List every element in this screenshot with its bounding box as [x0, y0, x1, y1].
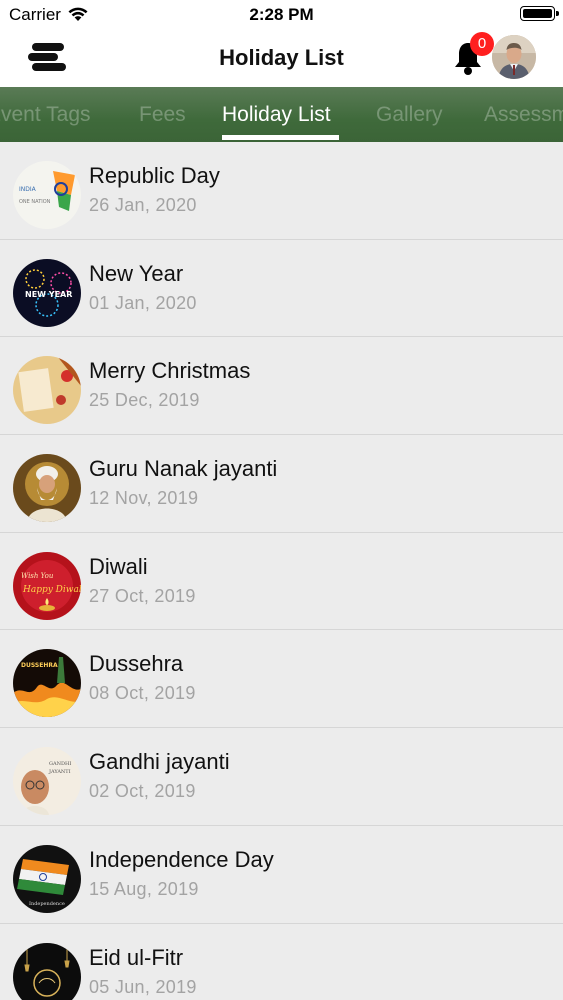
holiday-name: Diwali — [89, 553, 148, 579]
holiday-name: Eid ul-Fitr — [89, 944, 184, 970]
tab-fees[interactable]: Fees — [139, 103, 186, 127]
holiday-list: INDIA ONE NATION Republic Day 26 Jan, 20… — [0, 142, 563, 1000]
holiday-date: 08 Oct, 2019 — [89, 683, 196, 704]
status-bar: Carrier 2:28 PM — [0, 0, 563, 30]
holiday-name: Guru Nanak jayanti — [89, 456, 278, 482]
holiday-row-republic-day[interactable]: INDIA ONE NATION Republic Day 26 Jan, 20… — [0, 142, 563, 240]
republic-day-image: INDIA ONE NATION — [13, 161, 81, 229]
holiday-row-diwali[interactable]: Wish You Happy Diwali Diwali 27 Oct, 201… — [0, 532, 563, 631]
notification-badge: 0 — [470, 32, 494, 56]
svg-text:JAYANTI: JAYANTI — [48, 769, 71, 775]
tab-holiday-list[interactable]: Holiday List — [222, 103, 331, 127]
active-tab-indicator — [222, 135, 339, 140]
holiday-date: 05 Jun, 2019 — [89, 976, 197, 997]
holiday-date: 01 Jan, 2020 — [89, 292, 197, 313]
svg-text:INDIA: INDIA — [19, 186, 37, 193]
christmas-image — [13, 356, 81, 425]
navigation-bar: Holiday List 0 — [0, 30, 563, 87]
avatar[interactable] — [492, 35, 536, 79]
svg-text:Independence: Independence — [29, 901, 65, 907]
holiday-row-gandhi[interactable]: GANDHI JAYANTI Gandhi jayanti 02 Oct, 20… — [0, 728, 563, 826]
holiday-row-eid[interactable]: Eid ul-Fitr 05 Jun, 2019 — [0, 923, 563, 1000]
holiday-date: 26 Jan, 2020 — [89, 195, 197, 215]
svg-text:NEW YEAR: NEW YEAR — [25, 290, 72, 299]
holiday-date: 12 Nov, 2019 — [89, 488, 199, 509]
eid-image — [13, 942, 81, 1000]
holiday-name: Gandhi jayanti — [89, 749, 230, 775]
svg-text:ONE NATION: ONE NATION — [19, 199, 51, 205]
tab-event-tags[interactable]: Event Tags — [0, 103, 91, 127]
holiday-date: 02 Oct, 2019 — [89, 781, 196, 802]
holiday-date: 15 Aug, 2019 — [89, 878, 199, 899]
svg-text:GANDHI: GANDHI — [49, 761, 71, 767]
holiday-date: 27 Oct, 2019 — [89, 585, 196, 606]
holiday-row-independence-day[interactable]: Independence Independence Day 15 Aug, 20… — [0, 825, 563, 924]
dussehra-image: DUSSEHRA — [13, 649, 81, 718]
svg-text:DUSSEHRA: DUSSEHRA — [21, 662, 58, 669]
tab-gallery[interactable]: Gallery — [376, 103, 443, 127]
gandhi-image: GANDHI JAYANTI — [13, 747, 81, 816]
holiday-name: Republic Day — [89, 163, 220, 188]
holiday-row-dussehra[interactable]: DUSSEHRA Dussehra 08 Oct, 2019 — [0, 630, 563, 729]
holiday-row-christmas[interactable]: Merry Christmas 25 Dec, 2019 — [0, 337, 563, 436]
holiday-row-guru-nanak[interactable]: Guru Nanak jayanti 12 Nov, 2019 — [0, 435, 563, 533]
holiday-name: Merry Christmas — [89, 358, 251, 384]
tab-assessment[interactable]: Assessment — [484, 103, 563, 127]
holiday-name: New Year — [89, 260, 184, 286]
guru-nanak-image — [13, 454, 81, 523]
independence-day-image: Independence — [13, 844, 81, 913]
svg-text:Wish You: Wish You — [21, 572, 54, 580]
holiday-name: Dussehra — [89, 651, 184, 677]
new-year-image: NEW YEAR — [13, 258, 81, 327]
holiday-name: Independence Day — [89, 846, 274, 872]
diwali-image: Wish You Happy Diwali — [13, 551, 81, 620]
holiday-date: 25 Dec, 2019 — [89, 390, 200, 411]
section-tab-bar: Event Tags Fees Holiday List Gallery Ass… — [0, 87, 563, 142]
svg-text:Happy Diwali: Happy Diwali — [22, 585, 81, 595]
battery-icon — [520, 6, 559, 21]
clock-label: 2:28 PM — [249, 5, 314, 24]
holiday-row-new-year[interactable]: NEW YEAR New Year 01 Jan, 2020 — [0, 239, 563, 338]
